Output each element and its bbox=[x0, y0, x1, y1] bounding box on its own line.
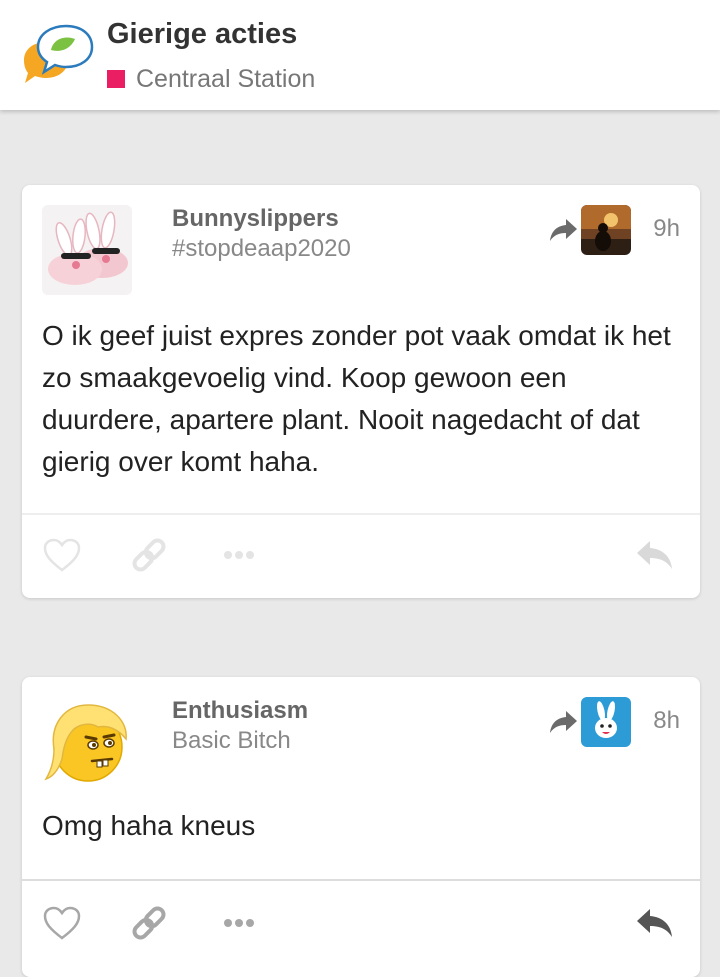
post-user-tag: Basic Bitch bbox=[172, 727, 291, 754]
heart-icon[interactable] bbox=[42, 905, 82, 941]
post-body: Omg haha kneus bbox=[42, 810, 256, 841]
post-user-tag: #stopdeaap2020 bbox=[172, 235, 351, 262]
more-icon[interactable] bbox=[219, 905, 259, 941]
post-card: Enthusiasm Basic Bitch 8h Omg haha kneus bbox=[22, 677, 700, 977]
chat-bubbles-logo-icon bbox=[24, 24, 94, 83]
post-username[interactable]: Bunnyslippers bbox=[172, 205, 339, 233]
post-actions bbox=[22, 893, 700, 953]
divider bbox=[22, 513, 700, 515]
post-time: 8h bbox=[653, 707, 680, 734]
reply-icon[interactable] bbox=[635, 905, 675, 941]
channel-name: Centraal Station bbox=[136, 64, 316, 93]
post-body: O ik geef juist expres zonder pot vaak o… bbox=[42, 320, 671, 477]
more-icon[interactable] bbox=[219, 537, 259, 573]
post-actions bbox=[22, 525, 700, 585]
reply-icon[interactable] bbox=[635, 537, 675, 573]
post-time: 9h bbox=[653, 215, 680, 242]
post-card: Bunnyslippers #stopdeaap2020 9h O ik gee… bbox=[22, 185, 700, 598]
page-title: Gierige acties bbox=[107, 18, 298, 50]
bunny-slippers-avatar-icon[interactable] bbox=[42, 205, 132, 295]
post-username[interactable]: Enthusiasm bbox=[172, 697, 308, 725]
divider bbox=[22, 879, 700, 881]
rabbit-thumbnail-icon[interactable] bbox=[581, 697, 631, 747]
blonde-emoji-avatar-icon[interactable] bbox=[42, 697, 132, 787]
app-header: Gierige acties Centraal Station bbox=[0, 0, 720, 110]
sunset-silhouette-thumbnail-icon[interactable] bbox=[581, 205, 631, 255]
channel-color-marker bbox=[107, 70, 125, 88]
channel-label[interactable]: Centraal Station bbox=[107, 64, 315, 94]
share-arrow-icon bbox=[550, 711, 577, 733]
heart-icon[interactable] bbox=[42, 537, 82, 573]
link-icon[interactable] bbox=[129, 905, 169, 941]
share-arrow-icon bbox=[550, 219, 577, 241]
link-icon[interactable] bbox=[129, 537, 169, 573]
